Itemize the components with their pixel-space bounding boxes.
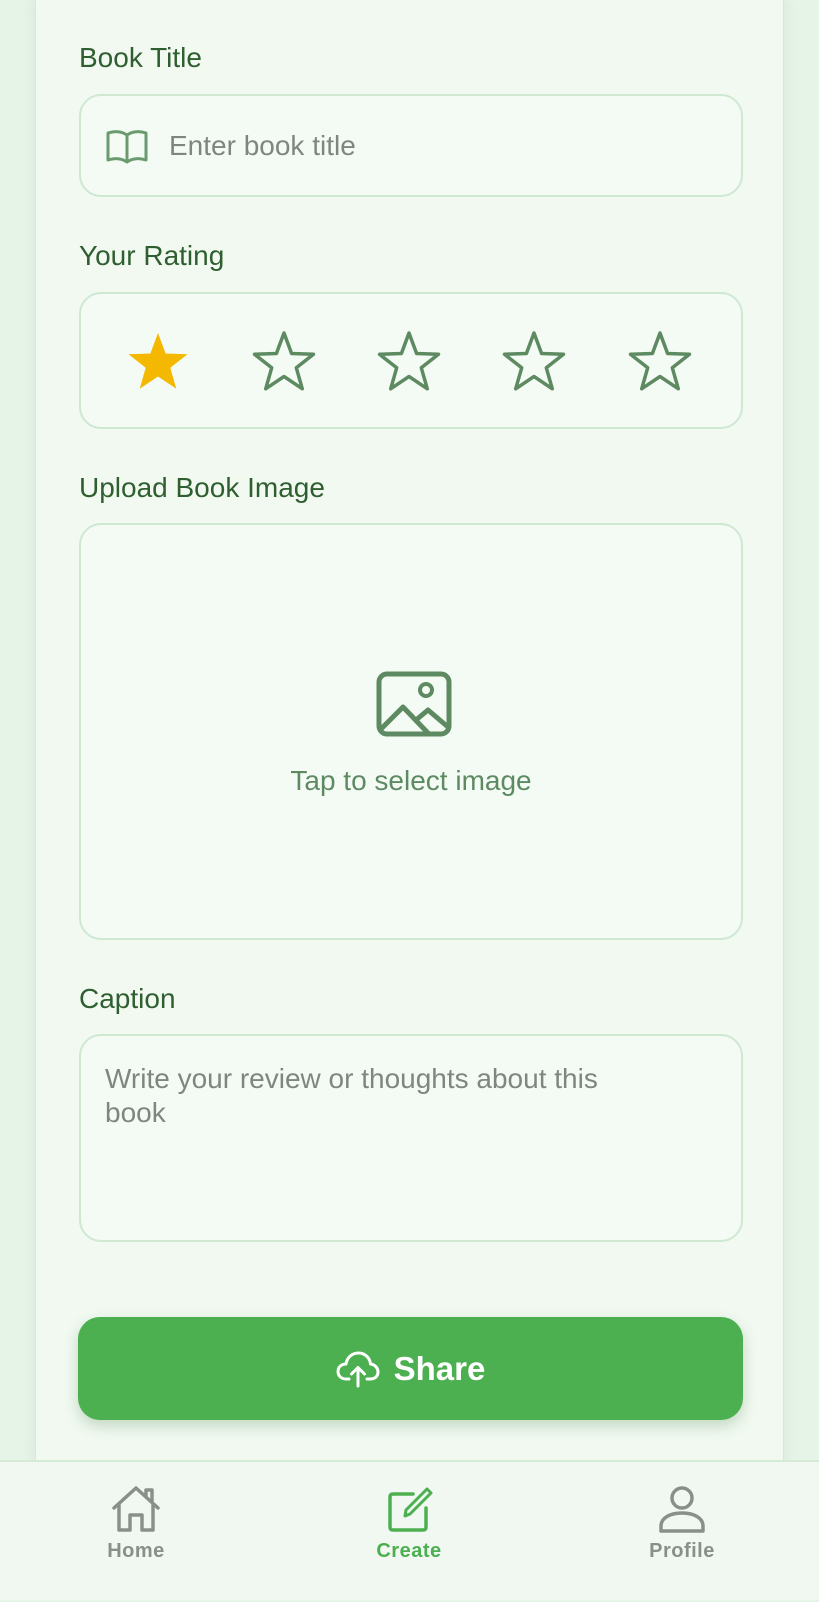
nav-item-create[interactable]: Create xyxy=(329,1462,489,1602)
nav-item-profile[interactable]: Profile xyxy=(602,1462,762,1602)
profile-icon xyxy=(659,1486,705,1533)
share-button[interactable]: Share xyxy=(78,1317,743,1420)
home-icon xyxy=(112,1486,160,1532)
star-icon-5[interactable] xyxy=(627,330,693,392)
upload-image-label: Upload Book Image xyxy=(79,472,325,503)
upload-image-area[interactable]: Tap to select image xyxy=(79,523,743,940)
caption-field[interactable] xyxy=(79,1034,743,1242)
book-title-label: Book Title xyxy=(79,42,202,73)
share-label: Share xyxy=(393,1349,486,1387)
book-title-field[interactable] xyxy=(79,94,743,197)
caption-label: Caption xyxy=(79,983,176,1014)
book-open-icon xyxy=(106,130,148,164)
nav-label-profile: Profile xyxy=(649,1540,715,1562)
star-icon-2[interactable] xyxy=(251,330,317,392)
star-icon-4[interactable] xyxy=(501,330,567,392)
create-post-card: Book Title Your Rating Upload Book Image xyxy=(35,0,784,1460)
rating-field xyxy=(79,292,743,429)
create-icon xyxy=(388,1487,433,1532)
image-icon xyxy=(376,671,452,737)
cloud-upload-icon xyxy=(336,1351,380,1387)
rating-label: Your Rating xyxy=(79,240,225,271)
bottom-nav: Home Create Profile xyxy=(0,1460,819,1600)
nav-label-home: Home xyxy=(107,1540,165,1562)
nav-item-home[interactable]: Home xyxy=(56,1462,216,1602)
nav-label-create: Create xyxy=(376,1540,442,1562)
upload-prompt: Tap to select image xyxy=(290,765,532,796)
star-icon-1[interactable] xyxy=(125,330,191,392)
caption-input[interactable] xyxy=(105,1062,625,1222)
book-title-input[interactable] xyxy=(169,96,709,195)
star-icon-3[interactable] xyxy=(376,330,442,392)
